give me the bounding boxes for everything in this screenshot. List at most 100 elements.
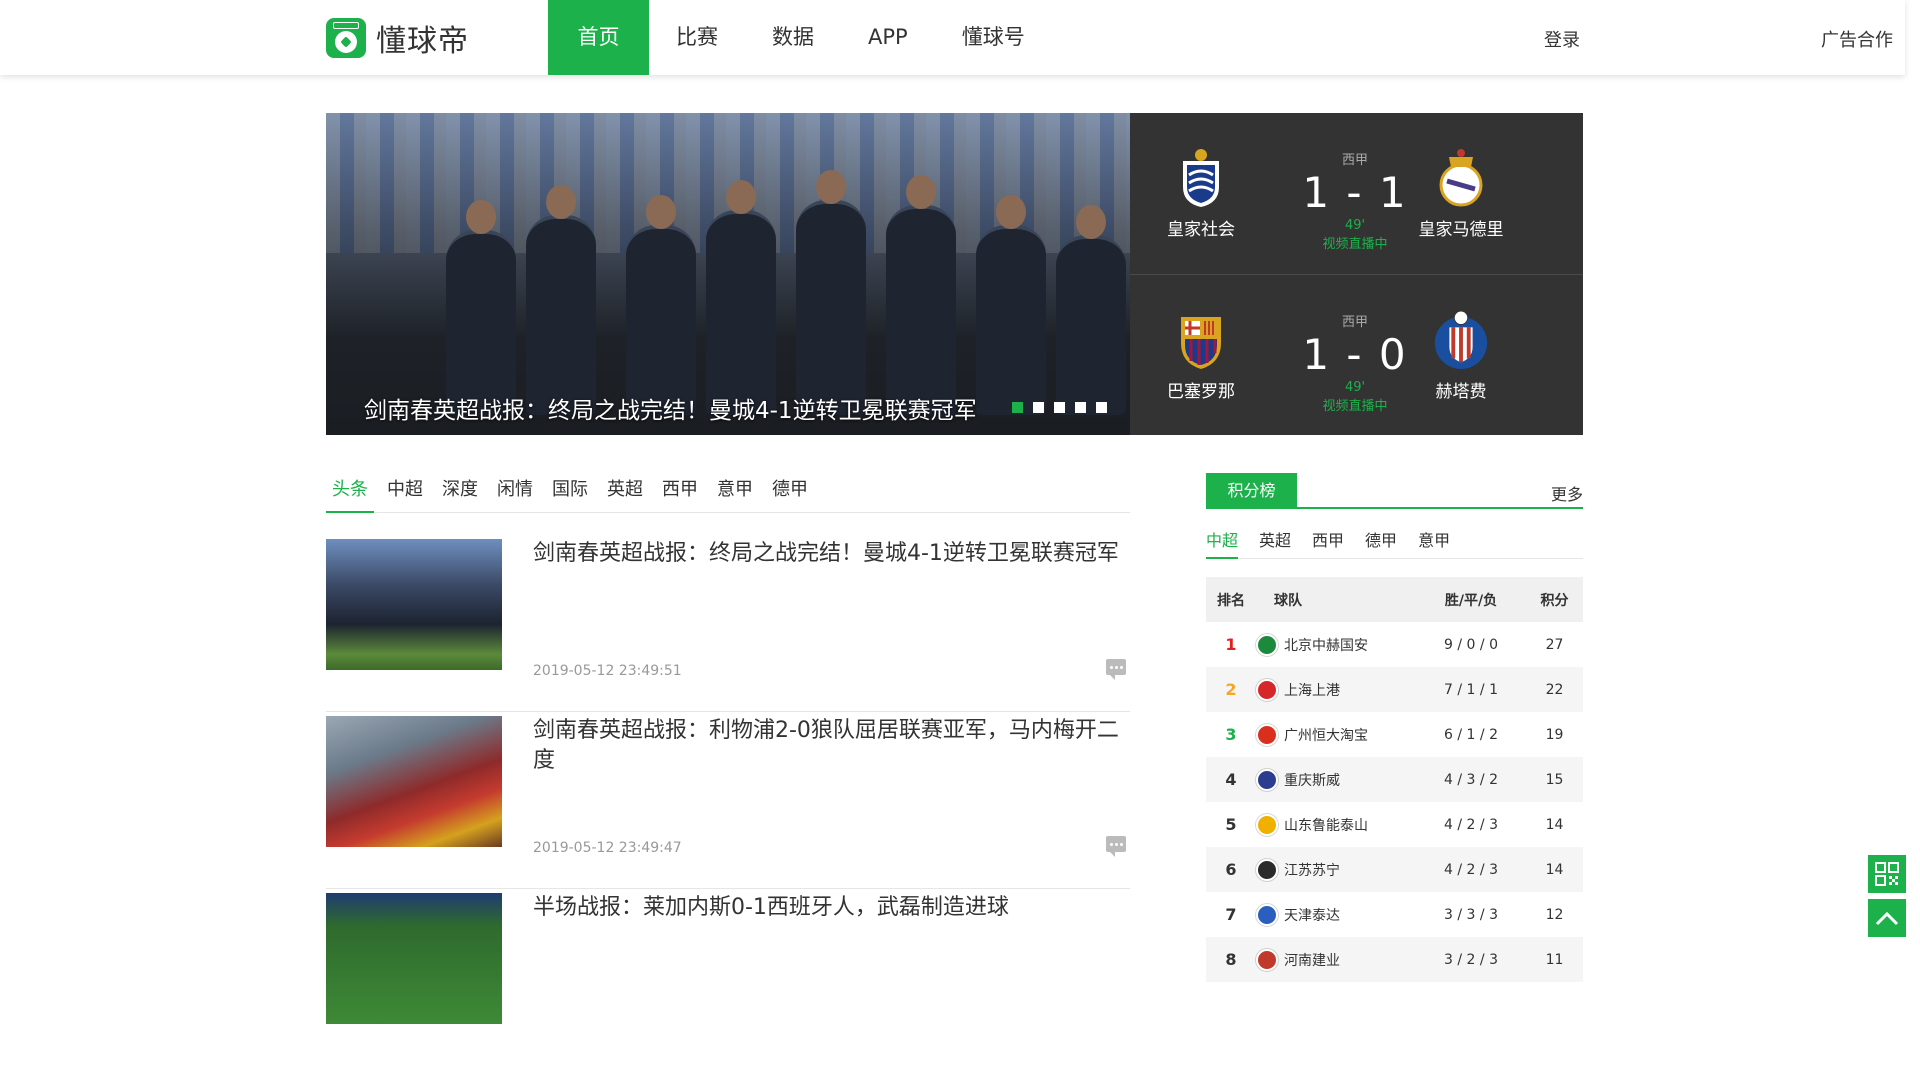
- table-row[interactable]: 4 重庆斯威 4 / 3 / 2 15: [1206, 757, 1583, 802]
- comment-icon[interactable]: [1106, 659, 1126, 680]
- team-cell[interactable]: 江苏苏宁: [1256, 858, 1416, 881]
- points-cell: 14: [1545, 816, 1564, 833]
- rank-cell: 6: [1225, 860, 1237, 879]
- tab-leisure[interactable]: 闲情: [491, 466, 539, 513]
- team-cell[interactable]: 重庆斯威: [1256, 768, 1416, 791]
- table-row[interactable]: 5 山东鲁能泰山 4 / 2 / 3 14: [1206, 802, 1583, 847]
- points-cell: 27: [1545, 636, 1564, 653]
- slider-dot[interactable]: [1012, 402, 1023, 413]
- team-name: 天津泰达: [1284, 907, 1340, 924]
- login-link[interactable]: 登录: [1544, 26, 1580, 52]
- team-crest-icon: [1256, 723, 1278, 746]
- getafe-crest-icon: [1432, 309, 1490, 371]
- team-crest-icon: [1256, 768, 1278, 791]
- news-title[interactable]: 剑南春英超战报：利物浦2-0狼队屈居联赛亚军，马内梅开二度: [533, 716, 1123, 776]
- standings-panel: 积分榜 更多 中超 英超 西甲 德甲 意甲 排名 球队 胜/平/负 积分 1 北…: [1206, 473, 1583, 982]
- table-row[interactable]: 6 江苏苏宁 4 / 2 / 3 14: [1206, 847, 1583, 892]
- team-crest-icon: [1256, 858, 1278, 881]
- team-name: 广州恒大淘宝: [1284, 727, 1368, 744]
- home-team-name: 巴塞罗那: [1167, 382, 1235, 402]
- team-crest-icon: [1256, 633, 1278, 656]
- tab-serie-a[interactable]: 意甲: [711, 466, 759, 513]
- news-list: 剑南春英超战报：终局之战完结！曼城4-1逆转卫冕联赛冠军 2019-05-12 …: [326, 535, 1130, 1066]
- match-card[interactable]: 巴塞罗那 西甲 1 - 0 49' 视频直播中 赫塔费: [1130, 274, 1583, 435]
- slider-dot[interactable]: [1054, 402, 1065, 413]
- news-title[interactable]: 半场战报：莱加内斯0-1西班牙人，武磊制造进球: [533, 893, 1123, 923]
- match-card[interactable]: 皇家社会 西甲 1 - 1 49' 视频直播中 皇家马德里: [1130, 113, 1583, 274]
- team-cell[interactable]: 天津泰达: [1256, 903, 1416, 926]
- home-team-name: 皇家社会: [1167, 220, 1235, 240]
- comment-icon[interactable]: [1106, 836, 1126, 857]
- news-thumbnail[interactable]: [326, 539, 502, 670]
- hero-player-figure: [1056, 205, 1126, 415]
- slider-dot[interactable]: [1075, 402, 1086, 413]
- hero-player-figure: [706, 180, 776, 415]
- standings-tab-csl[interactable]: 中超: [1206, 527, 1239, 559]
- team-name: 北京中赫国安: [1284, 637, 1368, 654]
- slider-dot[interactable]: [1096, 402, 1107, 413]
- tab-headlines[interactable]: 头条: [326, 466, 374, 513]
- slider-dot[interactable]: [1033, 402, 1044, 413]
- live-scores-panel: 皇家社会 西甲 1 - 1 49' 视频直播中 皇家马德里 巴塞罗那 西甲 1 …: [1130, 113, 1583, 435]
- nav-home[interactable]: 首页: [548, 0, 649, 75]
- table-row[interactable]: 3 广州恒大淘宝 6 / 1 / 2 19: [1206, 712, 1583, 757]
- standings-tab-serie-a[interactable]: 意甲: [1418, 527, 1450, 559]
- team-cell[interactable]: 山东鲁能泰山: [1256, 813, 1416, 836]
- main-nav: 首页 比赛 数据 APP 懂球号: [548, 0, 1052, 75]
- site-logo[interactable]: 懂球帝: [326, 18, 469, 59]
- logo-text: 懂球帝: [376, 24, 469, 59]
- rank-cell: 1: [1225, 635, 1237, 654]
- standings-tab-bundesliga[interactable]: 德甲: [1365, 527, 1397, 559]
- standings-header: 积分榜 更多: [1206, 473, 1583, 509]
- ad-cooperation-link[interactable]: 广告合作: [1821, 26, 1893, 52]
- header-record: 胜/平/负: [1444, 592, 1498, 609]
- barcelona-crest-icon: [1172, 309, 1230, 371]
- standings-tab-premier-league[interactable]: 英超: [1259, 527, 1291, 559]
- team-crest-icon: [1256, 903, 1278, 926]
- qr-code-button[interactable]: [1868, 855, 1906, 893]
- hero-slider[interactable]: 剑南春英超战报：终局之战完结！曼城4-1逆转卫冕联赛冠军: [326, 113, 1130, 435]
- hero-player-figure: [526, 185, 596, 415]
- nav-data[interactable]: 数据: [745, 0, 841, 75]
- real-sociedad-crest-icon: [1172, 147, 1230, 209]
- table-row[interactable]: 7 天津泰达 3 / 3 / 3 12: [1206, 892, 1583, 937]
- table-row[interactable]: 2 上海上港 7 / 1 / 1 22: [1206, 667, 1583, 712]
- standings-league-tabs: 中超 英超 西甲 德甲 意甲: [1206, 527, 1583, 559]
- top-navigation-bar: 懂球帝 首页 比赛 数据 APP 懂球号 登录 广告合作: [0, 0, 1905, 75]
- logo-icon: [326, 18, 366, 58]
- team-cell[interactable]: 北京中赫国安: [1256, 633, 1416, 656]
- tab-depth[interactable]: 深度: [436, 466, 484, 513]
- tab-international[interactable]: 国际: [546, 466, 594, 513]
- table-row[interactable]: 1 北京中赫国安 9 / 0 / 0 27: [1206, 622, 1583, 667]
- standings-more-link[interactable]: 更多: [1551, 481, 1583, 505]
- header-rank: 排名: [1217, 592, 1245, 609]
- nav-app[interactable]: APP: [841, 0, 935, 75]
- hero-player-figure: [886, 175, 956, 415]
- news-item[interactable]: 剑南春英超战报：利物浦2-0狼队屈居联赛亚军，马内梅开二度 2019-05-12…: [326, 712, 1130, 889]
- away-team: 赫塔费: [1406, 309, 1516, 402]
- news-item[interactable]: 半场战报：莱加内斯0-1西班牙人，武磊制造进球: [326, 889, 1130, 1066]
- team-cell[interactable]: 广州恒大淘宝: [1256, 723, 1416, 746]
- news-thumbnail[interactable]: [326, 716, 502, 847]
- standings-tab-la-liga[interactable]: 西甲: [1312, 527, 1344, 559]
- news-item[interactable]: 剑南春英超战报：终局之战完结！曼城4-1逆转卫冕联赛冠军 2019-05-12 …: [326, 535, 1130, 712]
- tab-premier-league[interactable]: 英超: [601, 466, 649, 513]
- nav-matches[interactable]: 比赛: [649, 0, 745, 75]
- news-date: 2019-05-12 23:49:47: [533, 840, 682, 856]
- tab-la-liga[interactable]: 西甲: [656, 466, 704, 513]
- away-team-name: 赫塔费: [1435, 382, 1487, 402]
- rank-cell: 3: [1225, 725, 1237, 744]
- record-cell: 4 / 2 / 3: [1444, 861, 1498, 878]
- news-title[interactable]: 剑南春英超战报：终局之战完结！曼城4-1逆转卫冕联赛冠军: [533, 539, 1123, 569]
- team-name: 上海上港: [1284, 682, 1340, 699]
- record-cell: 6 / 1 / 2: [1444, 726, 1498, 743]
- tab-bundesliga[interactable]: 德甲: [766, 466, 814, 513]
- news-thumbnail[interactable]: [326, 893, 502, 1024]
- tab-csl[interactable]: 中超: [381, 466, 429, 513]
- hero-player-figure: [446, 200, 516, 415]
- team-cell[interactable]: 上海上港: [1256, 678, 1416, 701]
- nav-dongqiuhao[interactable]: 懂球号: [935, 0, 1052, 75]
- hero-caption[interactable]: 剑南春英超战报：终局之战完结！曼城4-1逆转卫冕联赛冠军: [364, 391, 977, 425]
- points-cell: 15: [1545, 771, 1564, 788]
- back-to-top-button[interactable]: [1868, 899, 1906, 937]
